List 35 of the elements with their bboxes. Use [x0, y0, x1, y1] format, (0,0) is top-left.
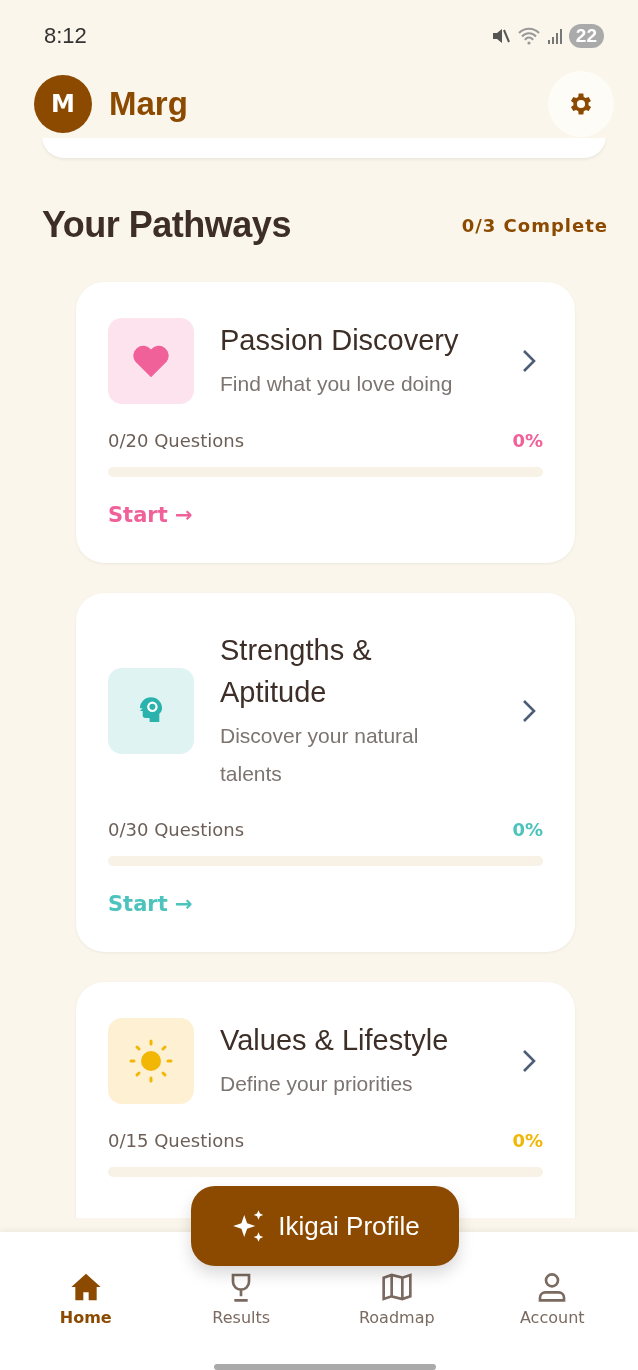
home-icon [69, 1272, 102, 1302]
pathway-subtitle: Discover your natural talents [220, 723, 420, 787]
wifi-icon [516, 27, 541, 45]
pathway-subtitle: Find what you love doing [220, 371, 454, 398]
status-time: 8:12 [44, 23, 87, 49]
percent-label: 0% [512, 430, 543, 451]
pathway-title: Passion Discovery [220, 323, 460, 359]
percent-label: 0% [512, 818, 543, 840]
avatar[interactable]: M [34, 75, 92, 133]
question-count: 0/20 Questions [108, 430, 245, 451]
mute-icon [490, 27, 511, 45]
pathway-card[interactable]: Strengths & Aptitude Discover your natural talents 0/30 Questions 0% Start → [76, 593, 575, 952]
pathway-card[interactable]: Passion Discovery Find what you love doing 0/20 Questions 0% Start → [76, 282, 575, 563]
pathway-subtitle: Define your priorities [220, 1070, 414, 1097]
nav-tab[interactable]: Roadmap [358, 1272, 435, 1327]
question-count: 0/30 Questions [108, 818, 245, 840]
pathway-title: Strengths & Aptitude [220, 633, 373, 711]
completion-count: 0/3 Complete [461, 214, 608, 236]
sun-icon [128, 1037, 174, 1084]
percent-label: 0% [512, 1129, 543, 1151]
heart-icon [131, 343, 171, 379]
user-name: Marg [109, 85, 188, 123]
question-count: 0/15 Questions [108, 1129, 245, 1151]
pathway-title: Values & Lifestyle [220, 1022, 450, 1058]
chevron-right-icon[interactable] [521, 348, 537, 374]
section-title: Your Pathways [42, 204, 291, 246]
map-icon [380, 1272, 413, 1302]
chevron-right-icon[interactable] [521, 1047, 537, 1074]
battery-level: 22 [568, 24, 604, 48]
chevron-right-icon[interactable] [521, 697, 537, 724]
nav-tab[interactable]: Account [519, 1272, 585, 1327]
signal-icon [546, 27, 563, 45]
ikigai-profile-button[interactable]: Ikigai Profile [191, 1186, 459, 1266]
nav-tab[interactable]: Home [59, 1272, 112, 1327]
nav-tab[interactable]: Results [212, 1272, 271, 1327]
